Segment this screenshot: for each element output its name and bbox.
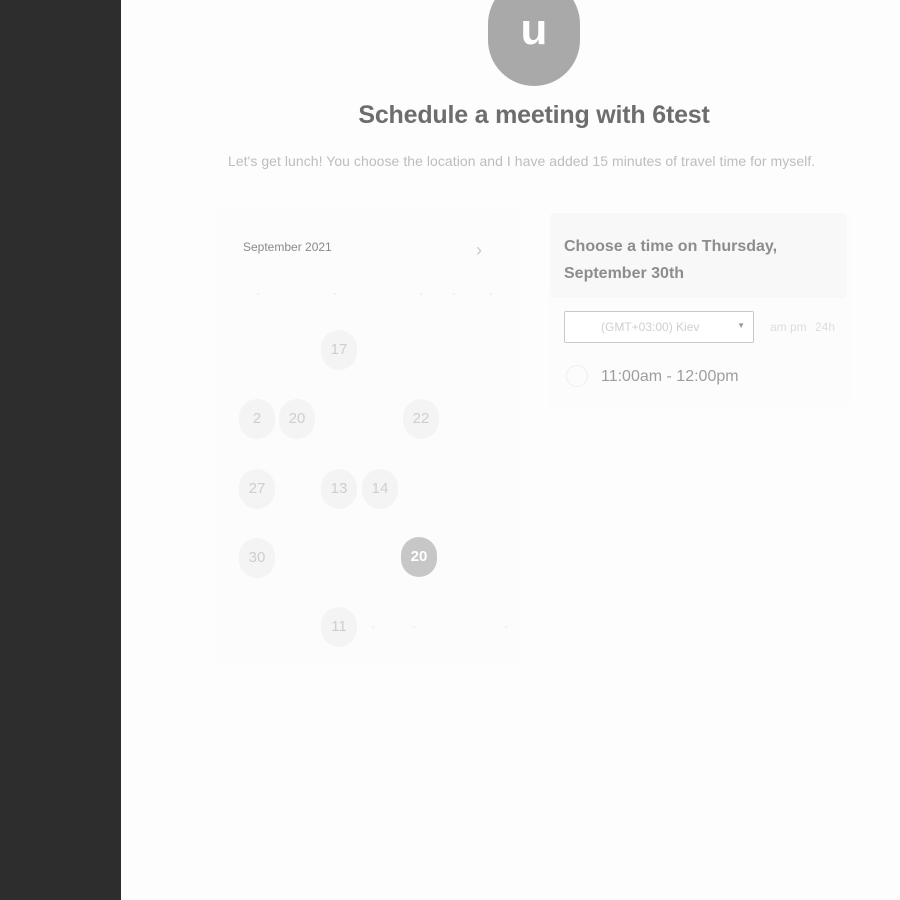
scheduling-page: u Schedule a meeting with 6test Let's ge… (121, 0, 900, 900)
weekday-label: - (333, 289, 337, 300)
time-heading: Choose a time on Thursday, September 30t… (564, 238, 778, 282)
calendar-day[interactable]: 2 (239, 399, 275, 439)
meeting-description: Let's get lunch! You choose the location… (228, 153, 816, 169)
weekday-label: - (452, 289, 456, 300)
caret-down-icon: ▼ (737, 321, 745, 330)
calendar-month-label: September 2021 (243, 240, 332, 254)
time-slot[interactable]: 11:00am - 12:00pm (601, 368, 739, 386)
clock-icon (566, 365, 588, 387)
chevron-right-icon[interactable]: › (471, 240, 487, 260)
calendar-empty-day: - (504, 622, 508, 633)
calendar-day[interactable]: 30 (239, 538, 275, 578)
weekday-label: - (256, 289, 260, 300)
timezone-value: (GMT+03:00) Kiev (601, 320, 700, 334)
timezone-select[interactable]: (GMT+03:00) Kiev ▼ (564, 311, 754, 343)
calendar-day[interactable]: 11 (321, 607, 357, 647)
avatar: u (488, 0, 580, 86)
weekday-label: - (489, 289, 493, 300)
time-selection-card: Choose a time on Thursday, September 30t… (548, 213, 851, 409)
page-title: Schedule a meeting with 6test (358, 101, 710, 129)
am-pm-toggle[interactable]: am pm (770, 320, 807, 334)
24h-toggle[interactable]: 24h (815, 320, 835, 334)
time-card-header: Choose a time on Thursday, September 30t… (550, 213, 847, 298)
calendar-day[interactable]: 14 (362, 469, 398, 509)
calendar-day[interactable]: 13 (321, 469, 357, 509)
calendar-empty-day: - (371, 622, 375, 633)
avatar-initial: u (520, 5, 548, 54)
weekday-label: - (419, 289, 423, 300)
calendar-empty-day: - (412, 622, 416, 633)
calendar-day[interactable]: 17 (321, 330, 357, 370)
calendar-card: September 2021 › - - - - - 17 2 20 22 27… (216, 209, 519, 662)
calendar-day[interactable]: 20 (279, 399, 315, 439)
calendar-day[interactable]: 22 (403, 399, 439, 439)
calendar-day[interactable]: 27 (239, 469, 275, 509)
left-sidebar (0, 0, 121, 900)
calendar-day-selected[interactable]: 20 (401, 537, 437, 577)
